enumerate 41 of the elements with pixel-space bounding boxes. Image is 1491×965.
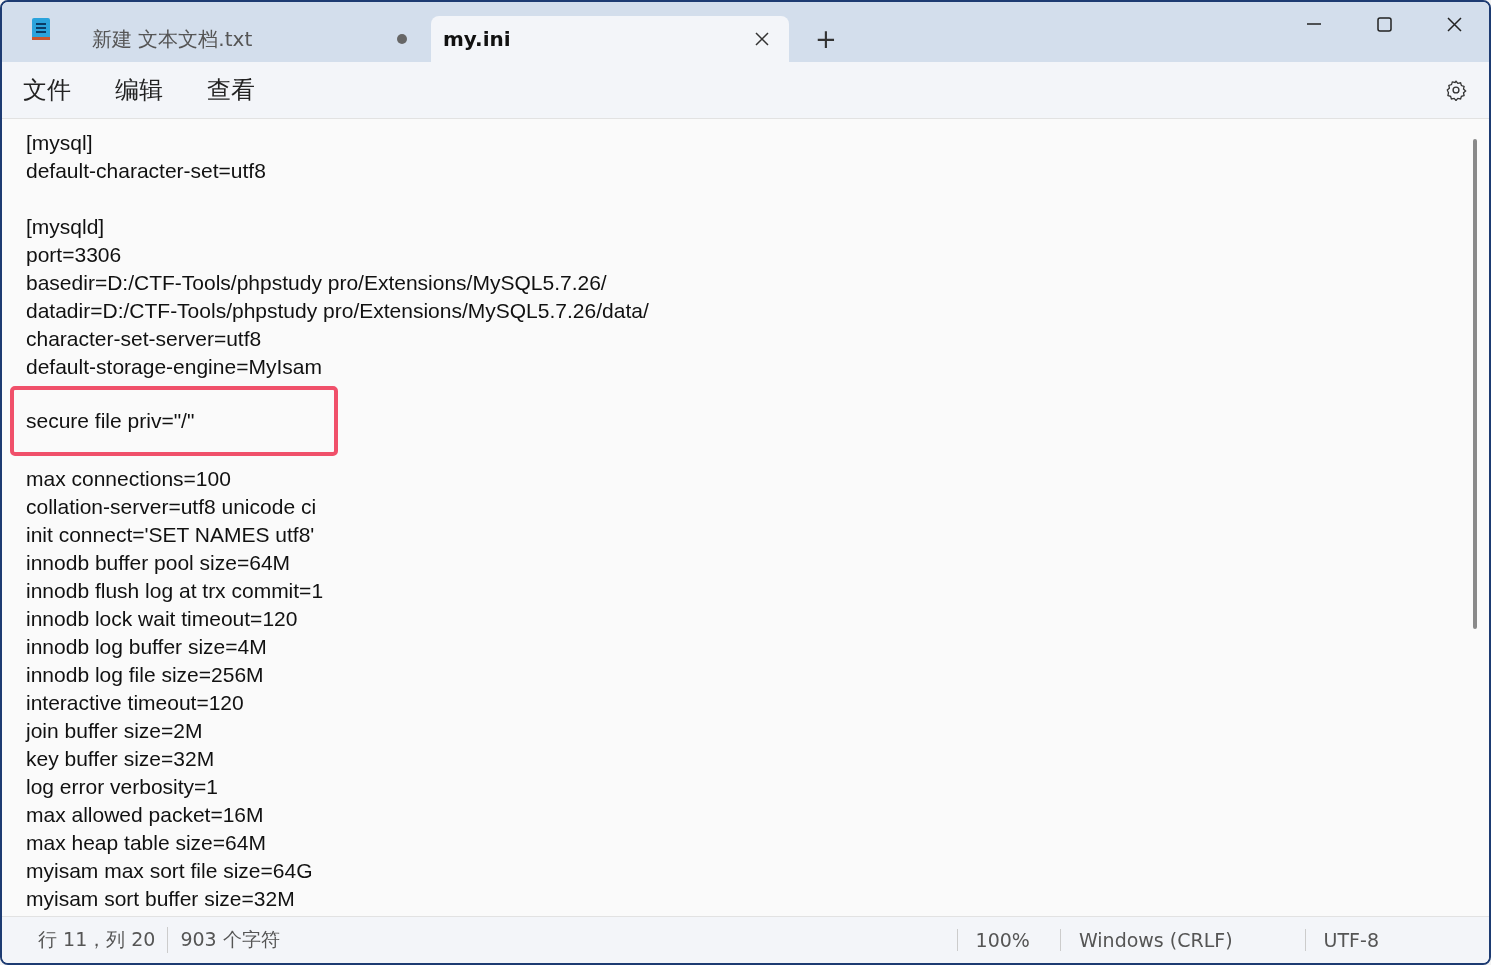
code-line: max connections=100 [26, 466, 231, 492]
code-line: init connect='SET NAMES utf8' [26, 522, 315, 548]
scrollbar-thumb[interactable] [1473, 139, 1477, 629]
tab-title: my.ini [443, 27, 512, 51]
cursor-position: 行 11，列 20 [37, 927, 157, 952]
code-line: default-storage-engine=MyIsam [26, 354, 322, 380]
file-tab[interactable]: 新建 文本文档.txt [82, 16, 427, 62]
code-line: max allowed packet=16M [26, 802, 264, 828]
code-line: myisam sort buffer size=32M [26, 886, 295, 912]
code-line: innodb lock wait timeout=120 [26, 606, 298, 632]
code-line: port=3306 [26, 242, 122, 268]
code-line: [mysqld] [26, 214, 105, 240]
code-line: myisam max sort file size=64G [26, 858, 313, 884]
line-ending: Windows (CRLF) [1059, 929, 1305, 951]
settings-icon[interactable] [1445, 79, 1467, 101]
notepad-icon [30, 16, 52, 42]
code-line: join buffer size=2M [26, 718, 203, 744]
encoding: UTF-8 [1304, 929, 1489, 951]
menu-item[interactable]: 查看 [196, 74, 276, 106]
code-line: innodb flush log at trx commit=1 [26, 578, 324, 604]
menu-item[interactable]: 编辑 [104, 74, 184, 106]
file-tab[interactable]: my.ini [431, 16, 789, 62]
code-line: innodb log buffer size=4M [26, 634, 267, 660]
code-line: [mysql] [26, 130, 93, 156]
code-line: innodb buffer pool size=64M [26, 550, 291, 576]
character-count: 903 个字符 [167, 927, 292, 953]
code-line: log error verbosity=1 [26, 774, 218, 800]
code-line: innodb log file size=256M [26, 662, 264, 688]
code-line: max heap table size=64M [26, 830, 266, 856]
code-line: interactive timeout=120 [26, 690, 244, 716]
code-line: character-set-server=utf8 [26, 326, 262, 352]
code-line: basedir=D:/CTF-Tools/phpstudy pro/Extensions/MySQL5.7.26/ [26, 270, 607, 296]
menu-item[interactable]: 文件 [12, 74, 92, 106]
code-line: default-character-set=utf8 [26, 158, 266, 184]
close-tab-icon[interactable] [755, 32, 769, 46]
tab-title: 新建 文本文档.txt [92, 25, 254, 53]
code-line: collation-server=utf8 unicode ci [26, 494, 317, 520]
new-tab-button[interactable]: + [807, 24, 845, 54]
code-line: datadir=D:/CTF-Tools/phpstudy pro/Extensions/MySQL5.7.26/data/ [26, 298, 649, 324]
zoom-level: 100% [956, 929, 1060, 951]
code-line: key buffer size=32M [26, 746, 215, 772]
